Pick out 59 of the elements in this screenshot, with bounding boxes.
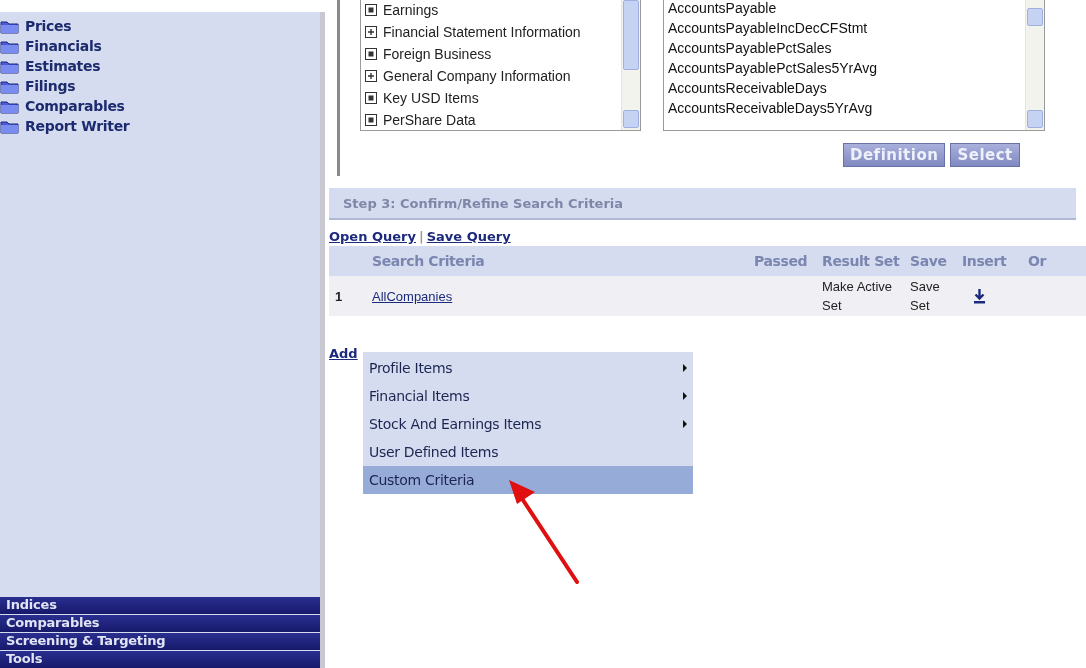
column-header: Save bbox=[910, 253, 948, 269]
sidebar-item[interactable]: Estimates bbox=[0, 56, 320, 76]
list-item[interactable]: AccountsPayablePctSales5YrAvg bbox=[668, 60, 1025, 80]
sidebar-item[interactable]: Prices bbox=[0, 16, 320, 36]
nav-bar[interactable]: Tools bbox=[0, 651, 320, 668]
tree-item[interactable]: Foreign Business bbox=[365, 43, 621, 65]
make-active-link[interactable]: Make Active Set bbox=[822, 277, 910, 315]
folder-icon bbox=[0, 38, 19, 54]
sidebar-item[interactable]: Filings bbox=[0, 76, 320, 96]
list-item[interactable]: AccountsPayableIncDecCFStmt bbox=[668, 20, 1025, 40]
sidebar-item[interactable]: Report Writer bbox=[0, 116, 320, 136]
folder-icon bbox=[0, 98, 19, 114]
insert-down-icon[interactable] bbox=[974, 288, 985, 304]
menu-item[interactable]: Financial Items bbox=[363, 382, 693, 410]
criteria-link[interactable]: AllCompanies bbox=[372, 288, 453, 304]
scrollbar[interactable] bbox=[1025, 0, 1044, 130]
list-item[interactable]: AccountsReceivableDays5YrAvg bbox=[668, 100, 1025, 120]
save-set-link[interactable]: Save Set bbox=[910, 277, 950, 315]
row-number: 1 bbox=[334, 288, 343, 304]
item-icon bbox=[365, 4, 377, 16]
folder-icon bbox=[0, 58, 19, 74]
item-icon bbox=[365, 114, 377, 126]
scrollbar[interactable] bbox=[621, 0, 640, 130]
menu-item[interactable]: User Defined Items bbox=[363, 438, 693, 466]
folder-icon bbox=[0, 118, 19, 134]
item-icon bbox=[365, 48, 377, 60]
query-link[interactable]: Save Query bbox=[426, 229, 511, 244]
menu-item[interactable]: Stock And Earnings Items bbox=[363, 410, 693, 438]
item-icon bbox=[365, 92, 377, 104]
column-header: Or bbox=[1028, 253, 1048, 269]
nav-bar[interactable]: Indices bbox=[0, 597, 320, 614]
folder-icon bbox=[0, 78, 19, 94]
folder-icon bbox=[0, 18, 19, 34]
separator: | bbox=[418, 229, 424, 244]
expand-icon[interactable] bbox=[365, 26, 377, 38]
sidebar-item[interactable]: Financials bbox=[0, 36, 320, 56]
column-header: Search Criteria bbox=[372, 253, 486, 269]
list-item[interactable]: AccountsPayable bbox=[668, 0, 1025, 20]
tree-item[interactable]: PerShare Data bbox=[365, 109, 621, 130]
item-list[interactable]: AccountsPayable AccountsPayableIncDecCFStmt AccountsPayablePctSales AccountsPayablePctSales5YrAvg AccountsReceivableDays AccountsReceivableDays5YrAvg bbox=[663, 0, 1045, 131]
column-header: Insert bbox=[962, 253, 1008, 269]
tree-item[interactable]: Financial Statement Information bbox=[365, 21, 621, 43]
sidebar-item[interactable]: Comparables bbox=[0, 96, 320, 116]
nav-bar[interactable]: Comparables bbox=[0, 615, 320, 632]
column-header: Result Set bbox=[822, 253, 901, 269]
menu-item[interactable]: Profile Items bbox=[363, 354, 693, 382]
tree-item[interactable]: General Company Information bbox=[365, 65, 621, 87]
list-item[interactable]: AccountsPayablePctSales bbox=[668, 40, 1025, 60]
tree-item[interactable]: Key USD Items bbox=[365, 87, 621, 109]
category-list[interactable]: Earnings Financial Statement Information Foreign Business General Company Information Key USD Items PerShare Data bbox=[360, 0, 641, 131]
section-header: Step 3: Confirm/Refine Search Criteria bbox=[329, 188, 1076, 220]
expand-icon[interactable] bbox=[365, 70, 377, 82]
column-header: Passed bbox=[754, 253, 809, 269]
add-item-link[interactable]: Add bbox=[329, 346, 358, 361]
query-link[interactable]: Open Query bbox=[329, 229, 416, 244]
nav-bar[interactable]: Screening & Targeting bbox=[0, 633, 320, 650]
list-item[interactable]: AccountsReceivableDays bbox=[668, 80, 1025, 100]
tree-item[interactable]: Earnings bbox=[365, 0, 621, 21]
menu-item[interactable]: Custom Criteria bbox=[363, 466, 693, 494]
